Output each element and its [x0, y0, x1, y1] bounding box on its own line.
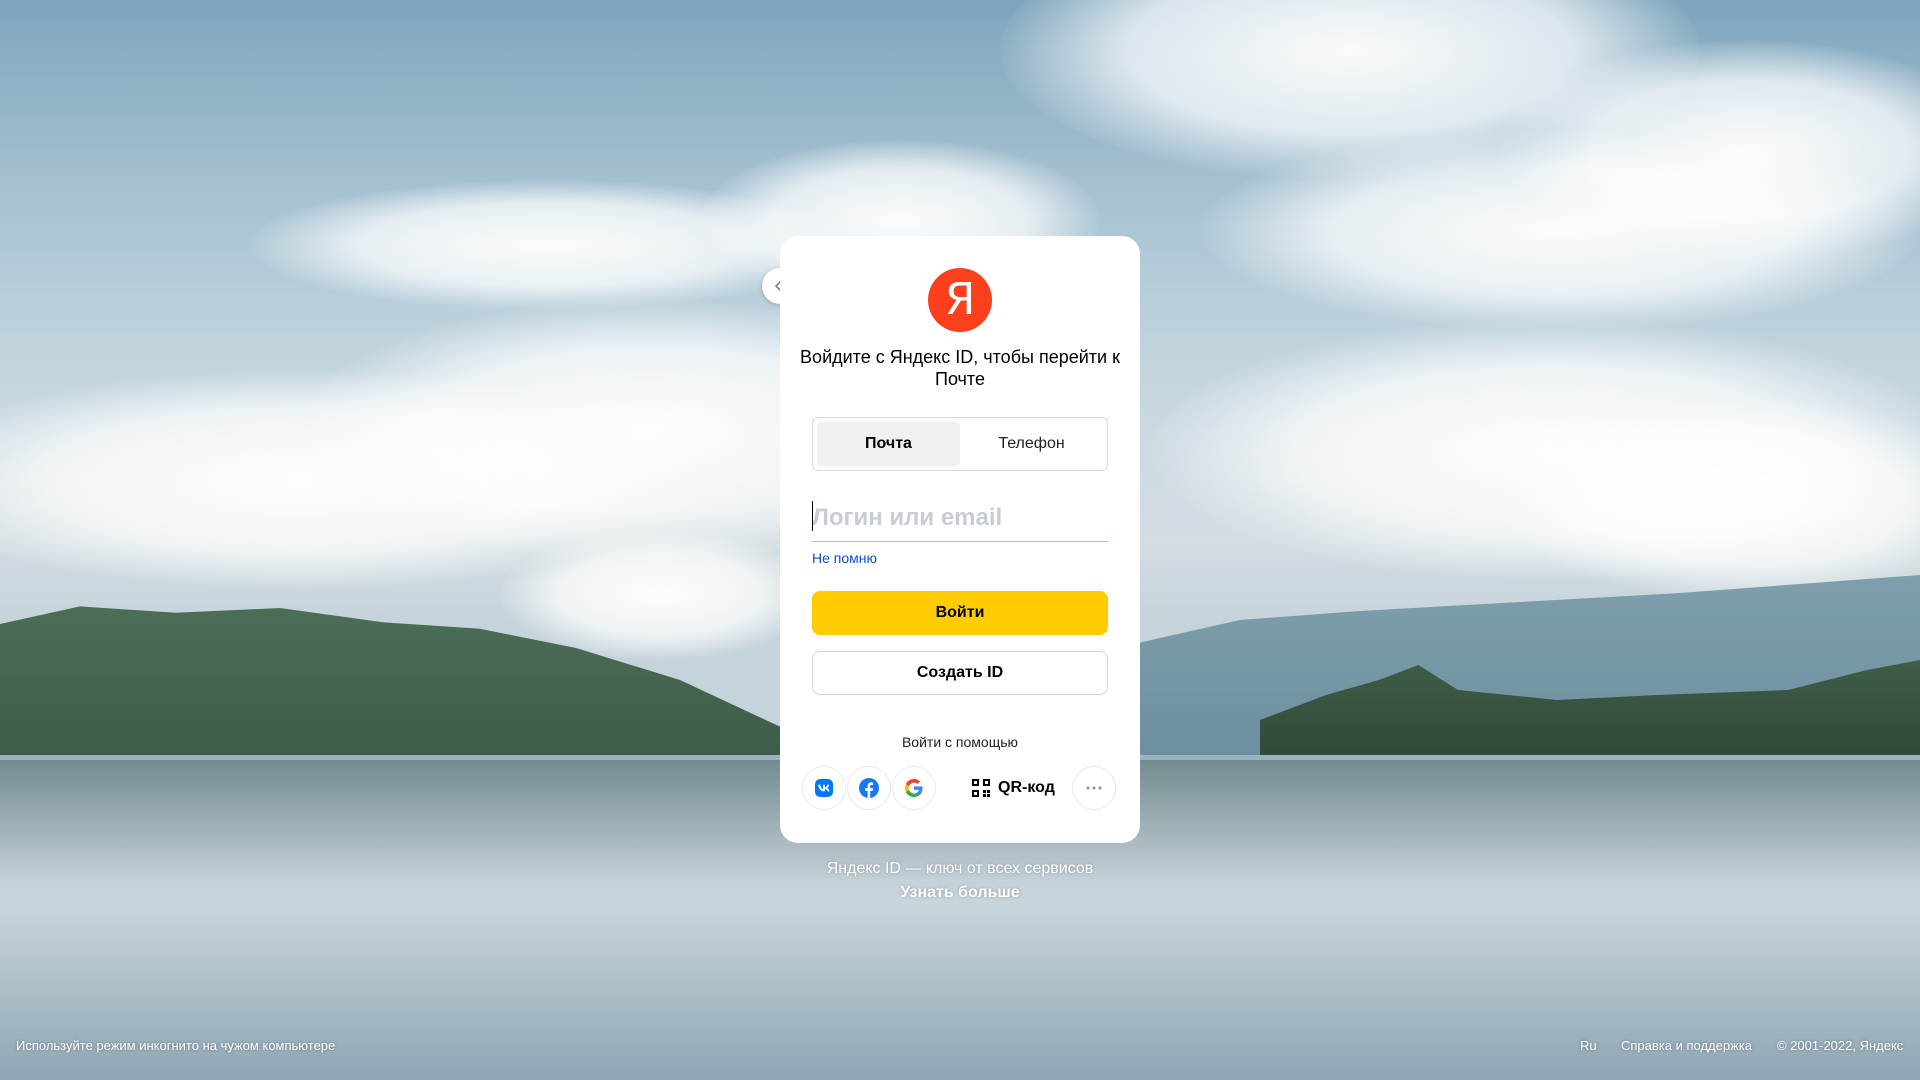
learn-more-link[interactable]: Узнать больше: [760, 881, 1160, 905]
language-switcher[interactable]: Ru: [1580, 1038, 1597, 1053]
promo-block: Яндекс ID — ключ от всех сервисов Узнать…: [760, 857, 1160, 905]
google-icon: [905, 779, 923, 797]
more-login-options-button[interactable]: [1072, 766, 1116, 810]
vk-login-button[interactable]: [802, 766, 846, 810]
tab-mail[interactable]: Почта: [817, 422, 960, 466]
forgot-login-link[interactable]: Не помню: [812, 550, 877, 566]
more-dots-icon: [1086, 786, 1102, 790]
incognito-hint: Используйте режим инкогнито на чужом ком…: [16, 1038, 336, 1053]
login-method-tabs: Почта Телефон: [812, 417, 1108, 471]
text-caret: [812, 501, 813, 531]
facebook-login-button[interactable]: [847, 766, 891, 810]
yandex-logo: Я: [928, 268, 992, 332]
qr-label: QR-код: [998, 779, 1055, 796]
facebook-icon: [859, 778, 879, 798]
login-button[interactable]: Войти: [812, 591, 1108, 635]
social-login-label: Войти с помощью: [901, 734, 1019, 750]
qr-code-icon: [972, 779, 990, 797]
tab-phone[interactable]: Телефон: [960, 422, 1103, 466]
create-id-button[interactable]: Создать ID: [812, 651, 1108, 695]
promo-text: Яндекс ID — ключ от всех сервисов: [826, 860, 1094, 877]
google-login-button[interactable]: [892, 766, 936, 810]
qr-login-button[interactable]: QR-код: [972, 766, 1055, 810]
copyright: © 2001-2022, Яндекс: [1777, 1038, 1904, 1053]
page-title: Войдите с Яндекс ID, чтобы перейти к Поч…: [800, 347, 1120, 389]
login-card: Я Войдите с Яндекс ID, чтобы перейти к П…: [780, 236, 1140, 843]
help-link[interactable]: Справка и поддержка: [1621, 1038, 1752, 1053]
login-input[interactable]: [812, 494, 1108, 542]
vk-icon: [815, 779, 833, 797]
